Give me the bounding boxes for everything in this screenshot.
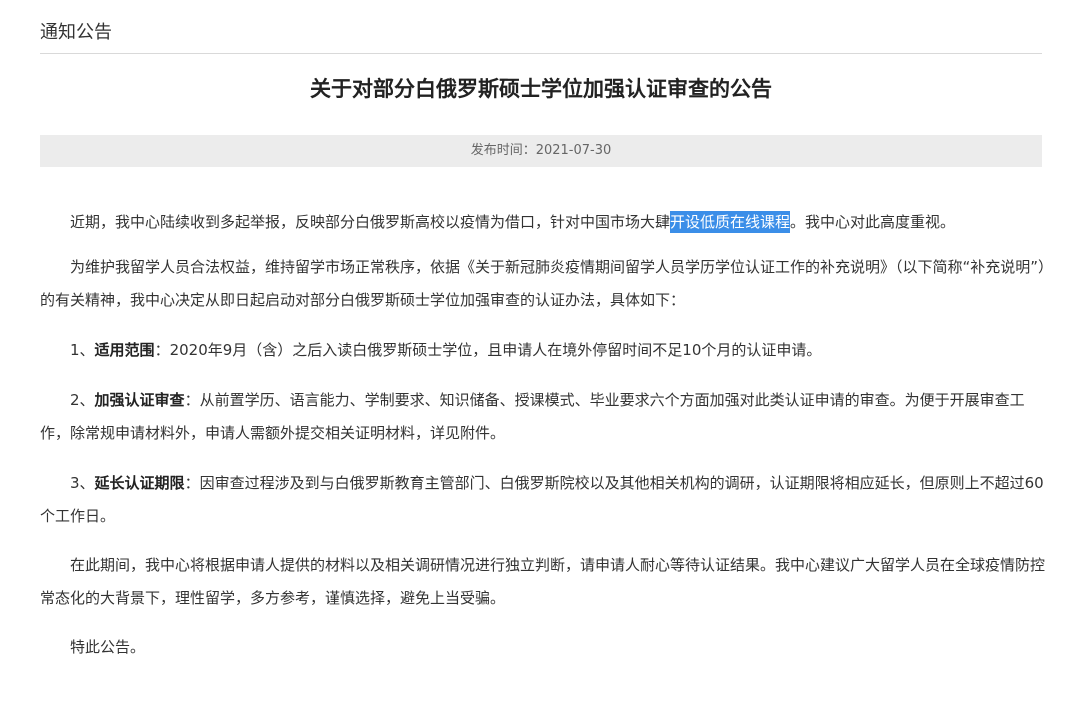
publish-date: 2021-07-30 [535,143,612,158]
paragraph-advice: 在此期间，我中心将根据申请人提供的材料以及相关调研情况进行独立判断，请申请人耐心… [40,556,1046,607]
section-title[interactable]: 通知公告 [40,20,1042,46]
item-heading-period: 延长认证期限 [94,474,185,492]
paragraph-closing: 特此公告。 [70,638,146,656]
paragraph-scope: 1、适用范围：2020年9月（含）之后入读白俄罗斯硕士学位，且申请人在境外停留时… [40,334,1050,367]
section-header: 通知公告 [40,20,1042,54]
item-text-review: ：从前置学历、语言能力、学制要求、知识储备、授课模式、毕业要求六个方面加强对此类… [40,391,1025,442]
paragraph-1: 近期，我中心陆续收到多起举报，反映部分白俄罗斯高校以疫情为借口，针对中国市场大肆… [40,206,1050,239]
paragraph-1-text-before: 近期，我中心陆续收到多起举报，反映部分白俄罗斯高校以疫情为借口，针对中国市场大肆 [70,213,671,231]
item-number: 2、 [70,391,95,409]
article-body: 近期，我中心陆续收到多起举报，反映部分白俄罗斯高校以疫情为借口，针对中国市场大肆… [40,206,1050,664]
item-number: 3、 [70,474,95,492]
item-heading-scope: 适用范围 [94,341,155,359]
article-title: 关于对部分白俄罗斯硕士学位加强认证审查的公告 [310,77,772,101]
paragraph-1-text-after: 。我中心对此高度重视。 [790,213,956,231]
item-text-period: ：因审查过程涉及到与白俄罗斯教育主管部门、白俄罗斯院校以及其他相关机构的调研，认… [40,474,1044,525]
item-text-scope: ：2020年9月（含）之后入读白俄罗斯硕士学位，且申请人在境外停留时间不足10个… [154,341,822,359]
publish-meta-bar: 发布时间：2021-07-30 [40,135,1042,167]
paragraph-review: 2、加强认证审查：从前置学历、语言能力、学制要求、知识储备、授课模式、毕业要求六… [40,384,1050,450]
item-number: 1、 [70,341,95,359]
item-heading-review: 加强认证审查 [94,391,185,409]
paragraph-2: 为维护我留学人员合法权益，维持留学市场正常秩序，依据《关于新冠肺炎疫情期间留学人… [40,258,1046,309]
selected-text-highlight[interactable]: 开设低质在线课程 [670,211,791,233]
publish-label: 发布时间： [470,143,536,158]
paragraph-period: 3、延长认证期限：因审查过程涉及到与白俄罗斯教育主管部门、白俄罗斯院校以及其他相… [40,467,1050,533]
